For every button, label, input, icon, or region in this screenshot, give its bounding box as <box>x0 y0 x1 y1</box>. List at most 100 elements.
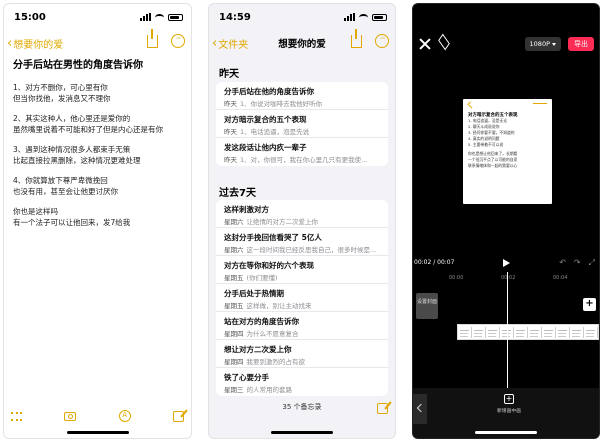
note-line: 3、遇到这种情况很多人都束手无策 <box>13 145 131 154</box>
video-preview[interactable]: 对方暗示复合的五个表现 1. 电话追逼，没是无论 2. 聊天斗成说说你 3. 经问你… <box>463 99 552 204</box>
nav-actions: ··· <box>147 28 185 48</box>
note-list-item[interactable]: 想让对方二次爱上你 星期四 我要到激烈的占有欲 <box>216 340 388 368</box>
clip-thumbnail <box>528 327 542 338</box>
redo-icon[interactable]: ↷ <box>574 258 581 268</box>
note-list-item[interactable]: 站在对方的角度告诉你星期四 为什么不愿意复合 <box>216 312 388 340</box>
more-options-icon[interactable]: ··· <box>375 34 389 48</box>
ruler-mark: 00:04 <box>553 275 568 281</box>
note-item-subtitle: 星期五 这样做，别让主动找来 <box>224 300 380 310</box>
playhead[interactable] <box>507 272 508 390</box>
markup-pen-icon[interactable]: A <box>118 410 131 422</box>
clip-thumbnail <box>570 327 584 338</box>
back-button[interactable]: ‹ 想要你的爱 <box>4 36 63 51</box>
clip-thumbnail <box>472 327 486 338</box>
ruler-mark: 00:00 <box>449 275 464 281</box>
clip-thumbnail <box>556 327 570 338</box>
note-item-title: 分手后处于热情期 <box>224 289 284 298</box>
home-indicator <box>475 431 537 434</box>
note-item-date: 星期六 <box>224 246 244 254</box>
note-line: 比起直接拉黑删除，这种情况更难处理 <box>13 156 141 165</box>
set-cover-button[interactable]: 设置封面 <box>416 293 438 319</box>
note-item-subtitle: 星期六 让绝情的对方二次爱上你 <box>224 216 380 226</box>
note-item-preview: 1、电话追逼，泡是先说 <box>240 128 310 136</box>
editor-top-bar: 1080P 导出 <box>413 33 599 56</box>
checklist-icon[interactable] <box>11 411 22 421</box>
back-label: 想要你的爱 <box>13 39 64 51</box>
note-item-date: 星期五 <box>224 302 244 310</box>
note-item-title: 想让对方二次爱上你 <box>224 345 292 354</box>
note-item-preview: 我要到激烈的占有欲 <box>246 358 306 366</box>
compose-icon[interactable] <box>172 410 184 422</box>
battery-icon <box>168 13 183 21</box>
note-title[interactable]: 分手后站在男性的角度告诉你 <box>13 56 185 71</box>
cover-label: 设置封面 <box>416 299 437 305</box>
note-item-date: 昨天 <box>224 100 237 108</box>
wifi-icon <box>359 13 368 21</box>
note-list-item[interactable]: 分手后站在他的角度告诉你昨天 1、你说对咖啡去我他好听你 <box>216 82 388 110</box>
note-list-item[interactable]: 这封分手挽回信看哭了 5亿人 星期六 这一段时间我已经反思我自己，很多时候是... <box>216 228 388 256</box>
preview-back-icon <box>467 101 475 109</box>
share-icon[interactable] <box>147 28 158 48</box>
note-list-item[interactable]: 对方暗示复合的五个表现 昨天 1、电话追逼，泡是先说 <box>216 110 388 138</box>
navigation-bar: ‹ 想要你的爱 ··· <box>4 28 191 56</box>
video-track[interactable] <box>457 324 599 340</box>
fullscreen-icon[interactable]: ⤢ <box>589 258 595 268</box>
camera-icon[interactable] <box>64 411 77 421</box>
battery-icon <box>372 13 387 21</box>
collapse-toolbar-button[interactable] <box>413 394 427 424</box>
more-options-icon[interactable]: ··· <box>171 34 185 48</box>
history-controls: ↶ ↷ ⤢ <box>559 258 595 268</box>
last-7-days-notes-group: 这样刺激对方 星期六 让绝情的对方二次爱上你 这封分手挽回信看哭了 5亿人 星期六 这一段… <box>216 200 388 396</box>
note-item-date: 星期五 <box>224 274 244 282</box>
home-indicator <box>66 431 129 434</box>
navigation-bar: ‹ 文件夹 想要你的爱 ··· <box>209 28 395 56</box>
tutorial-cap-icon[interactable] <box>438 33 450 51</box>
note-item-title: 对方暗示复合的五个表现 <box>224 115 307 124</box>
note-item-subtitle: 星期四 为什么不愿意复合 <box>224 328 380 338</box>
timeline-ruler[interactable]: 00:00 00:02 00:04 <box>413 274 599 283</box>
clip-thumbnail <box>584 327 598 338</box>
note-item-title: 这封分手挽回信看哭了 5亿人 <box>224 233 322 242</box>
note-list-item[interactable]: 分手后处于热情期星期五 这样做，别让主动找来 <box>216 284 388 312</box>
note-item-title: 分手后站在他的角度告诉你 <box>224 87 314 96</box>
note-item-preview: 为什么不愿意复合 <box>246 330 299 338</box>
caret-down-icon <box>552 42 556 46</box>
export-button[interactable]: 导出 <box>568 37 594 51</box>
wifi-icon <box>155 13 164 21</box>
add-pip-button[interactable]: + 新增画中画 <box>497 394 521 414</box>
status-icons <box>344 13 387 21</box>
compose-icon[interactable] <box>377 403 388 414</box>
note-item-title: 铁了心要分手 <box>224 373 269 382</box>
note-item-title: 对方在等你和好的六个表现 <box>224 261 314 270</box>
share-icon[interactable] <box>351 28 362 48</box>
note-item-subtitle: 昨天 1、你说对咖啡去我他好听你 <box>224 98 380 108</box>
video-editor-screen: 1080P 导出 对方暗示复合的五个表现 1. 电话追逼，没是无论 2. 聊天斗成… <box>412 3 600 439</box>
note-list-item[interactable]: 发这段话让他内疚一辈子 昨天 1、对，你很可，我在你心里几只有更我使... <box>216 138 388 166</box>
note-line: 你也是这样吗 <box>13 207 58 216</box>
notes-count: 35 个备忘录 <box>282 403 322 411</box>
yesterday-notes-group: 分手后站在他的角度告诉你 昨天 1、你说对咖啡去我他好听你 对方暗示复合的五个表现 昨天… <box>216 82 388 166</box>
ruler-mark: 00:02 <box>501 275 516 281</box>
close-icon[interactable] <box>418 37 432 51</box>
status-time: 15:00 <box>14 11 46 23</box>
play-icon[interactable] <box>503 259 510 267</box>
add-clip-button[interactable]: + <box>583 298 596 311</box>
note-line: 1、对方不删你，可心里有你 <box>13 83 108 92</box>
clip-thumbnail <box>458 327 472 338</box>
note-item-date: 星期六 <box>224 218 244 226</box>
note-list-item[interactable]: 对方在等你和好的六个表现 星期五 (你们要懂) <box>216 256 388 284</box>
note-list-item[interactable]: 这样刺激对方 星期六 让绝情的对方二次爱上你 <box>216 200 388 228</box>
note-body[interactable]: 1、对方不删你，可心里有你 但当你找他，发消息又不理你 2、其实这种人，他心里还是爱… <box>13 82 185 228</box>
note-item-preview: 这一段时间我已经反思我自己，很多时候是... <box>246 246 377 254</box>
undo-icon[interactable]: ↶ <box>559 258 566 268</box>
playback-time: 00:02 / 00:07 <box>414 259 455 266</box>
note-list-item[interactable]: 铁了心要分手 星期三 的人常用的套路 <box>216 368 388 396</box>
status-icons <box>140 13 183 21</box>
cellular-signal-icon <box>140 13 151 21</box>
resolution-label: 1080P <box>529 40 550 48</box>
note-item-title: 站在对方的角度告诉你 <box>224 317 299 326</box>
resolution-selector[interactable]: 1080P <box>524 37 561 51</box>
note-item-title: 发这段话让他内疚一辈子 <box>224 143 307 152</box>
back-button[interactable]: ‹ 文件夹 <box>209 36 248 51</box>
